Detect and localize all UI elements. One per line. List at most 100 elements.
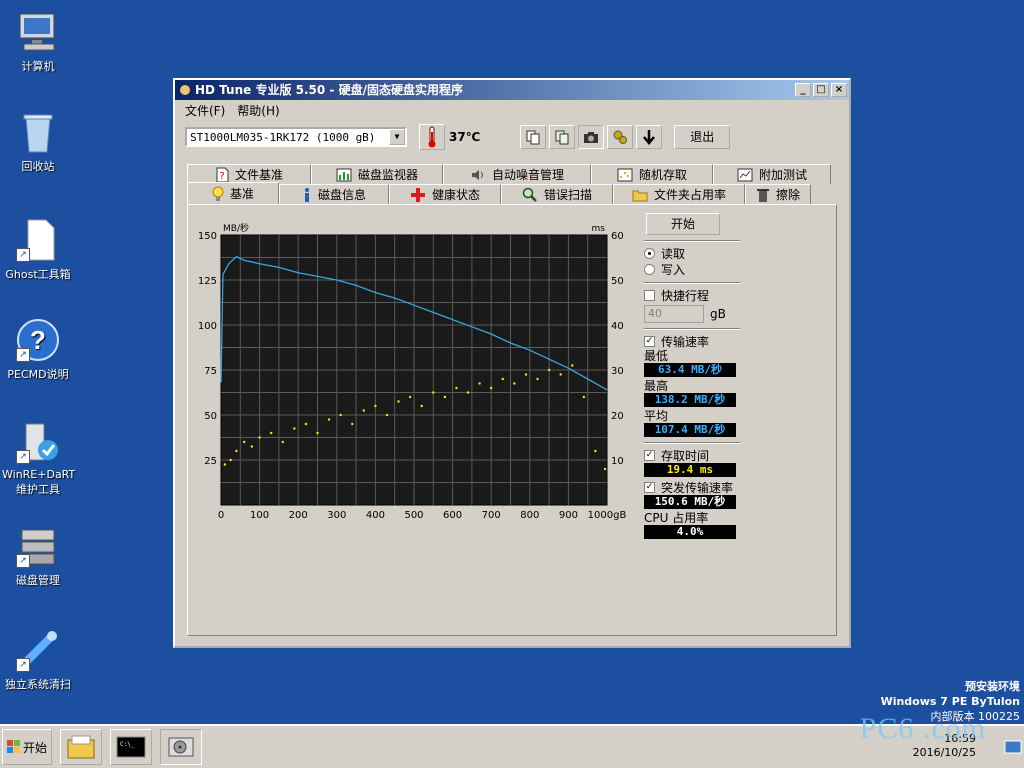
desktop-icon-disk-management[interactable]: ↗ 磁盘管理 — [2, 524, 74, 588]
desktop-icon-ghost[interactable]: ↗ Ghost工具箱 — [2, 218, 74, 282]
tab-health[interactable]: 健康状态 — [389, 184, 501, 204]
tab-disk-info[interactable]: 磁盘信息 — [279, 184, 389, 204]
tab-folder-usage[interactable]: 文件夹占用率 — [613, 184, 745, 204]
drive-select[interactable]: ST1000LM035-1RK172 (1000 gB) ▼ — [185, 127, 407, 147]
desktop-icon-computer[interactable]: 计算机 — [2, 10, 74, 74]
access-time-point — [304, 422, 308, 426]
chart-x-tick-label: 1000gB — [588, 510, 627, 521]
exit-button[interactable]: 退出 — [674, 125, 731, 149]
desktop-icon-recycle-bin[interactable]: 回收站 — [2, 110, 74, 174]
save-button[interactable] — [636, 125, 663, 149]
site-watermark: PC6 .com — [859, 712, 986, 745]
tab-noise-management[interactable]: 自动噪音管理 — [443, 164, 591, 184]
show-desktop-icon[interactable] — [1004, 740, 1022, 754]
clock-date: 2016/10/25 — [912, 746, 976, 759]
chart-y2-axis-label: ms — [592, 224, 606, 234]
chart-y2-tick-label: 50 — [611, 276, 624, 287]
shortcut-arrow-icon: ↗ — [16, 248, 30, 262]
tab-erase[interactable]: 擦除 — [745, 184, 811, 204]
max-value: 138.2 MB/秒 — [644, 393, 736, 407]
start-button[interactable]: 开始 — [646, 213, 720, 235]
quick-test-unit: gB — [710, 307, 726, 321]
options-button[interactable] — [607, 125, 634, 149]
tab-label: 随机存取 — [638, 168, 687, 182]
minimize-button[interactable]: _ — [795, 83, 811, 97]
transfer-rate-checkbox[interactable]: ✓ 传输速率 — [644, 333, 754, 349]
checkbox-label: 快捷行程 — [661, 288, 710, 303]
tab-random-access[interactable]: 随机存取 — [591, 164, 713, 184]
maximize-button[interactable]: □ — [813, 83, 829, 97]
checkbox-unchecked-icon — [644, 289, 655, 301]
chart-y-tick-label: 100 — [198, 321, 217, 332]
access-time-point — [582, 395, 586, 399]
taskbar-hdtune[interactable] — [160, 729, 202, 765]
access-time-point — [397, 400, 400, 403]
desktop-icon-cleaner[interactable]: ↗ 独立系统清扫 — [2, 628, 74, 692]
svg-text:?: ? — [30, 325, 46, 355]
access-time-point — [443, 395, 447, 399]
chart-x-tick-label: 800 — [520, 510, 539, 521]
quick-test-size: 40 gB — [644, 305, 754, 323]
desktop-icon-winre[interactable]: ↗ WinRE+DaRT 维护工具 — [2, 420, 75, 497]
access-time-point — [250, 445, 254, 448]
burst-rate-checkbox[interactable]: ✓ 突发传输速率 — [644, 479, 754, 495]
copy-all-button[interactable] — [549, 125, 576, 149]
chart-y-tick-label: 25 — [204, 456, 217, 467]
taskbar-cmd[interactable]: C:\_ — [110, 729, 152, 765]
access-time-point — [223, 463, 227, 466]
quick-test-size-input[interactable]: 40 — [644, 305, 704, 323]
chart-y2-tick-label: 60 — [611, 231, 624, 242]
chart-y2-tick-label: 30 — [611, 366, 624, 377]
start-button-taskbar[interactable]: 开始 — [2, 729, 52, 765]
copy-info-button[interactable] — [520, 125, 547, 149]
access-time-point — [478, 382, 481, 385]
menu-file[interactable]: 文件(F) — [179, 100, 231, 118]
access-time-point — [269, 431, 273, 435]
access-time-point — [455, 386, 458, 390]
access-time-point — [339, 413, 342, 417]
hdtune-window[interactable]: HD Tune 专业版 5.50 - 硬盘/固态硬盘实用程序 _ □ × 文件(… — [173, 78, 851, 648]
dropdown-arrow-icon[interactable]: ▼ — [389, 129, 405, 145]
tab-label: 擦除 — [775, 188, 800, 202]
chart-y-tick-label: 50 — [204, 411, 217, 422]
avg-label: 平均 — [644, 409, 669, 423]
drive-select-value: ST1000LM035-1RK172 (1000 gB) — [190, 130, 376, 144]
chart-y2-tick-label: 20 — [611, 411, 624, 422]
scatter-chart-icon — [617, 168, 633, 181]
tab-file-benchmark[interactable]: ? 文件基准 — [187, 164, 311, 184]
cpu-value: 4.0% — [644, 525, 736, 539]
tab-extra-tests[interactable]: 附加测试 — [713, 164, 831, 184]
tab-disk-monitor[interactable]: 磁盘监视器 — [311, 164, 443, 184]
shortcut-arrow-icon: ↗ — [16, 450, 30, 464]
read-radio[interactable]: 读取 — [644, 245, 754, 261]
desktop-icon-pecmd[interactable]: ? ↗ PECMD说明 — [2, 318, 74, 382]
access-time-checkbox[interactable]: ✓ 存取时间 — [644, 447, 754, 463]
write-radio[interactable]: 写入 — [644, 261, 754, 277]
access-time-point — [432, 391, 435, 394]
close-button[interactable]: × — [831, 83, 847, 97]
menu-help[interactable]: 帮助(H) — [231, 100, 285, 118]
shortcut-arrow-icon: ↗ — [16, 348, 30, 362]
window-title: HD Tune 专业版 5.50 - 硬盘/固态硬盘实用程序 — [195, 83, 463, 97]
chart-x-tick-label: 200 — [289, 510, 308, 521]
desktop-icon-label: PECMD说明 — [7, 368, 69, 381]
screenshot-button[interactable] — [578, 125, 605, 149]
folder-icon — [632, 190, 648, 201]
tab-benchmark[interactable]: 基准 — [187, 182, 279, 204]
bar-chart-icon — [336, 168, 352, 181]
tabs-row-bottom: 基准 磁盘信息 健康状态 错误扫描 文件夹占用率 擦除 — [187, 182, 811, 204]
benchmark-panel: 0 100 200 300 400 500 600 700 800 900 1000gB 25 50 75… — [187, 204, 837, 636]
info-icon — [304, 187, 309, 202]
tab-label: 文件基准 — [234, 168, 283, 182]
access-time-point — [559, 373, 562, 376]
chart-y-tick-label: 125 — [198, 276, 217, 287]
taskbar-explorer[interactable] — [60, 729, 102, 765]
start-label: 开始 — [22, 740, 47, 755]
quick-test-checkbox[interactable]: 快捷行程 — [644, 287, 754, 303]
tab-error-scan[interactable]: 错误扫描 — [501, 184, 613, 204]
help-icon: ? ↗ — [16, 318, 60, 362]
computer-icon — [16, 10, 60, 54]
toolbar: ST1000LM035-1RK172 (1000 gB) ▼ 37℃ 退出 — [185, 122, 839, 152]
window-titlebar[interactable]: HD Tune 专业版 5.50 - 硬盘/固态硬盘实用程序 _ □ × — [175, 80, 849, 100]
access-time-point — [281, 440, 284, 444]
